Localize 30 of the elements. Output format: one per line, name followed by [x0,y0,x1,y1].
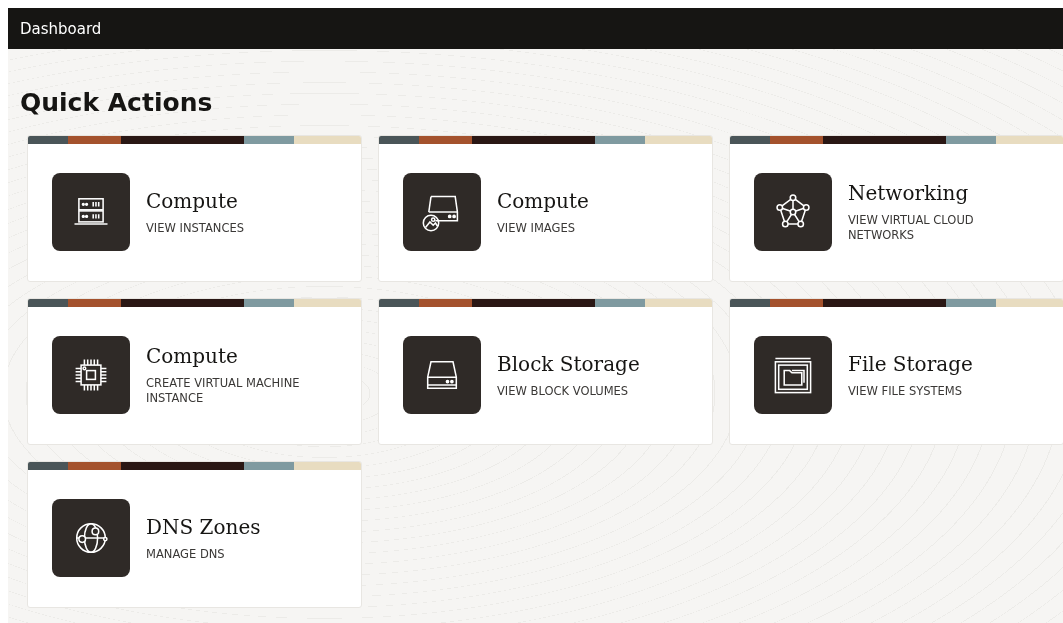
card-title: Networking [848,181,970,205]
drive-with-image-icon [403,173,481,251]
card-subtitle: MANAGE DNS [146,546,226,562]
action-card[interactable]: DNS Zones MANAGE DNS [27,461,362,608]
card-subtitle: VIEW IMAGES [497,220,576,236]
card-title: Compute [497,188,589,213]
card-subtitle: VIEW INSTANCES [146,220,245,236]
dashboard-title: Dashboard [20,19,102,38]
server-icon [52,173,130,251]
card-title: Block Storage [497,351,640,376]
card-subtitle: VIEW BLOCK VOLUMES [497,383,630,399]
card-subtitle: VIEW FILE SYSTEMS [848,383,964,399]
globe-icon [52,499,130,577]
action-card[interactable]: File Storage VIEW FILE SYSTEMS [729,298,1063,445]
action-card[interactable]: Compute CREATE VIRTUAL MACHINE INSTANCE [27,298,362,445]
card-subtitle: CREATE VIRTUAL MACHINE INSTANCE [146,376,301,406]
page-title: Quick Actions [20,87,214,119]
folder-icon [754,336,832,414]
card-title: Compute [146,188,239,213]
network-icon [754,173,832,251]
action-card[interactable]: Compute VIEW IMAGES [378,135,713,282]
card-title: File Storage [848,351,973,376]
action-card[interactable]: Networking VIEW VIRTUAL CLOUD NETWORKS [729,135,1063,282]
drive-icon [403,336,481,414]
action-card[interactable]: Compute VIEW INSTANCES [27,135,362,282]
chip-icon [52,336,130,414]
action-card[interactable]: Block Storage VIEW BLOCK VOLUMES [378,298,713,445]
card-subtitle: VIEW VIRTUAL CLOUD NETWORKS [848,213,975,243]
card-title: Compute [146,344,239,368]
card-title: DNS Zones [146,514,261,539]
